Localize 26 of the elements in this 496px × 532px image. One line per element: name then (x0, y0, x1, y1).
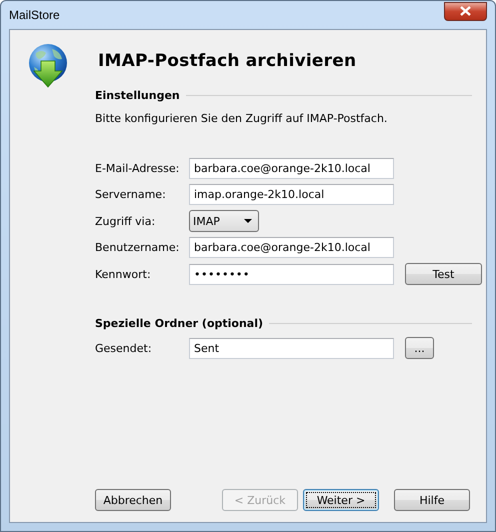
field-label: Servername: (95, 188, 167, 201)
wizard-button[interactable]: Hilfe (394, 489, 470, 511)
dropdown-arrow-icon (244, 219, 252, 223)
field-label: Zugriff via: (95, 214, 156, 228)
close-button[interactable] (444, 2, 487, 20)
browse-button[interactable]: ... (405, 337, 434, 359)
protocol-dropdown[interactable]: IMAP (189, 210, 259, 232)
section-heading: Spezielle Ordner (optional) (95, 316, 264, 330)
text-field[interactable]: Sent (189, 338, 394, 358)
field-label: E-Mail-Adresse: (95, 162, 178, 175)
field-label: Benutzername: (95, 241, 178, 254)
text-field[interactable]: barbara.coe@orange-2k10.local (189, 158, 394, 179)
close-icon (460, 6, 471, 16)
password-field[interactable]: •••••••• (189, 264, 394, 284)
globe-download-icon (26, 43, 70, 89)
test-button[interactable]: Test (405, 263, 482, 285)
text-field[interactable]: barbara.coe@orange-2k10.local (189, 237, 394, 258)
text-field[interactable]: imap.orange-2k10.local (189, 184, 394, 205)
field-label: Gesendet: (95, 342, 153, 354)
section-heading: Einstellungen (95, 88, 180, 102)
wizard-button[interactable]: Weiter > (303, 489, 379, 511)
field-label: Kennwort: (95, 268, 152, 280)
page-title: IMAP-Postfach archivieren (98, 51, 356, 71)
window-title: MailStore (9, 8, 60, 22)
wizard-button[interactable]: Abbrechen (95, 489, 171, 511)
section-description: Bitte konfigurieren Sie den Zugriff auf IMAP-Postfach. (95, 112, 388, 125)
